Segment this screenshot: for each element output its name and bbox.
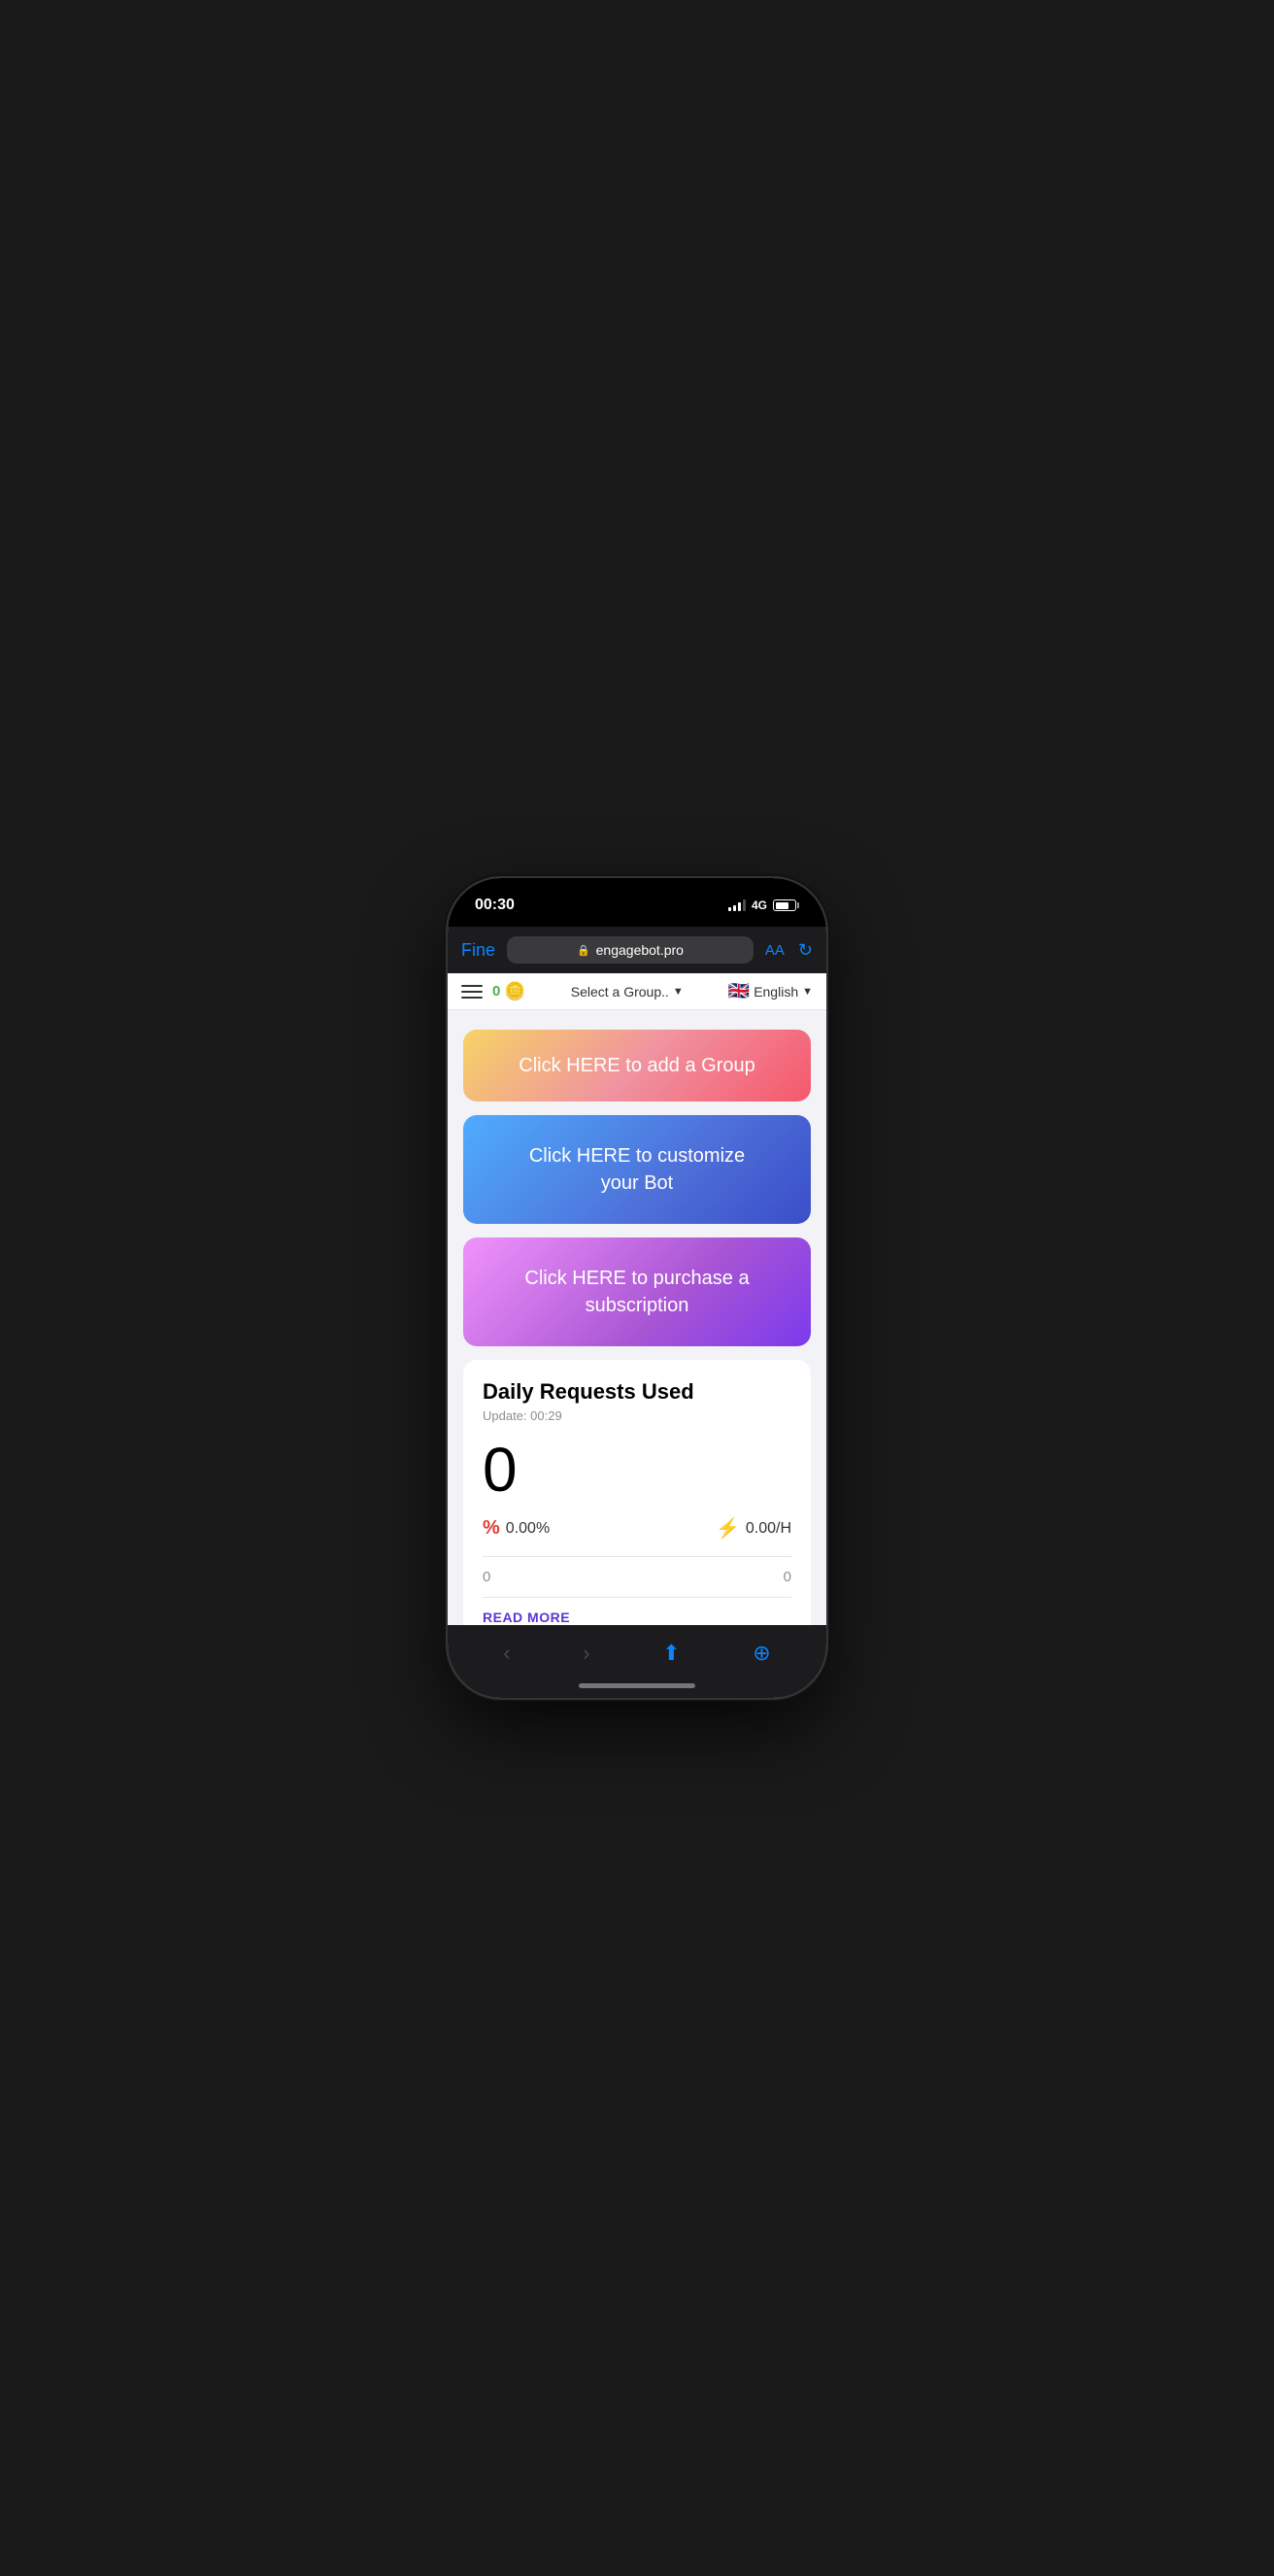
notch <box>574 878 700 909</box>
flag-icon: 🇬🇧 <box>728 981 750 1001</box>
status-icons: 4G <box>728 898 799 912</box>
coin-icon: 🪙 <box>504 981 525 1001</box>
browser-actions: AA ↻ <box>765 940 813 961</box>
screen: 00:30 4G Fine � <box>448 878 826 1698</box>
customize-bot-label: Click HERE to customizeyour Bot <box>529 1145 745 1194</box>
stats-count: 0 <box>483 1439 791 1501</box>
phone-frame: 00:30 4G Fine � <box>448 878 826 1698</box>
purchase-subscription-button[interactable]: Click HERE to purchase asubscription <box>463 1237 811 1346</box>
browser-bar: Fine 🔒 engagebot.pro AA ↻ <box>448 927 826 973</box>
language-selector[interactable]: 🇬🇧 English ▼ <box>728 981 813 1001</box>
browser-back-button[interactable]: Fine <box>461 940 495 961</box>
read-more-button[interactable]: READ MORE <box>483 1610 570 1625</box>
stats-left-num: 0 <box>483 1569 490 1585</box>
purchase-subscription-label: Click HERE to purchase asubscription <box>524 1268 749 1316</box>
status-time: 00:30 <box>475 897 515 914</box>
bottom-toolbar: ‹ › ⬆ ⊕ <box>448 1625 826 1678</box>
hamburger-line <box>461 985 483 987</box>
stats-divider <box>483 1556 791 1557</box>
percent-value: 0.00% <box>506 1520 550 1538</box>
bookmarks-button[interactable]: ⊕ <box>743 1637 780 1670</box>
rate-value: 0.00/H <box>746 1520 791 1538</box>
coin-count: 0 <box>492 983 500 1000</box>
browser-url-text: engagebot.pro <box>596 942 684 958</box>
add-group-button[interactable]: Click HERE to add a Group <box>463 1030 811 1102</box>
stats-right-num: 0 <box>784 1569 791 1585</box>
text-size-button[interactable]: AA <box>765 942 785 959</box>
stats-title: Daily Requests Used <box>483 1379 791 1405</box>
lock-icon: 🔒 <box>577 944 590 957</box>
group-selector-text: Select a Group.. <box>571 984 669 1000</box>
percent-icon: % <box>483 1517 500 1540</box>
stats-metrics-row: % 0.00% ⚡ 0.00/H <box>483 1516 791 1541</box>
hamburger-line <box>461 991 483 993</box>
language-text: English <box>754 984 798 1000</box>
nav-bar: 0 🪙 Select a Group.. ▼ 🇬🇧 English ▼ <box>448 973 826 1010</box>
hamburger-line <box>461 997 483 999</box>
main-content: Click HERE to add a Group Click HERE to … <box>448 1010 826 1625</box>
stats-numbers-row: 0 0 <box>483 1569 791 1585</box>
stats-divider-2 <box>483 1597 791 1598</box>
back-navigation-button[interactable]: ‹ <box>493 1637 520 1670</box>
signal-bars-icon <box>728 899 746 911</box>
customize-bot-button[interactable]: Click HERE to customizeyour Bot <box>463 1115 811 1224</box>
stats-update-time: Update: 00:29 <box>483 1408 791 1423</box>
percent-metric: % 0.00% <box>483 1517 550 1540</box>
language-dropdown-arrow-icon: ▼ <box>802 986 813 998</box>
forward-navigation-button[interactable]: › <box>573 1637 599 1670</box>
network-label: 4G <box>752 898 767 912</box>
group-dropdown-arrow-icon: ▼ <box>673 986 684 998</box>
home-bar <box>579 1683 695 1688</box>
coins-container[interactable]: 0 🪙 <box>492 981 526 1001</box>
browser-url-bar[interactable]: 🔒 engagebot.pro <box>507 936 754 964</box>
home-indicator <box>448 1678 826 1698</box>
share-button[interactable]: ⬆ <box>653 1637 689 1670</box>
rate-metric: ⚡ 0.00/H <box>716 1516 791 1541</box>
stats-card: Daily Requests Used Update: 00:29 0 % 0.… <box>463 1360 811 1625</box>
battery-icon <box>773 899 799 911</box>
hamburger-menu-button[interactable] <box>461 985 483 999</box>
lightning-icon: ⚡ <box>716 1516 740 1541</box>
refresh-button[interactable]: ↻ <box>798 940 813 961</box>
group-selector[interactable]: Select a Group.. ▼ <box>536 984 719 1000</box>
